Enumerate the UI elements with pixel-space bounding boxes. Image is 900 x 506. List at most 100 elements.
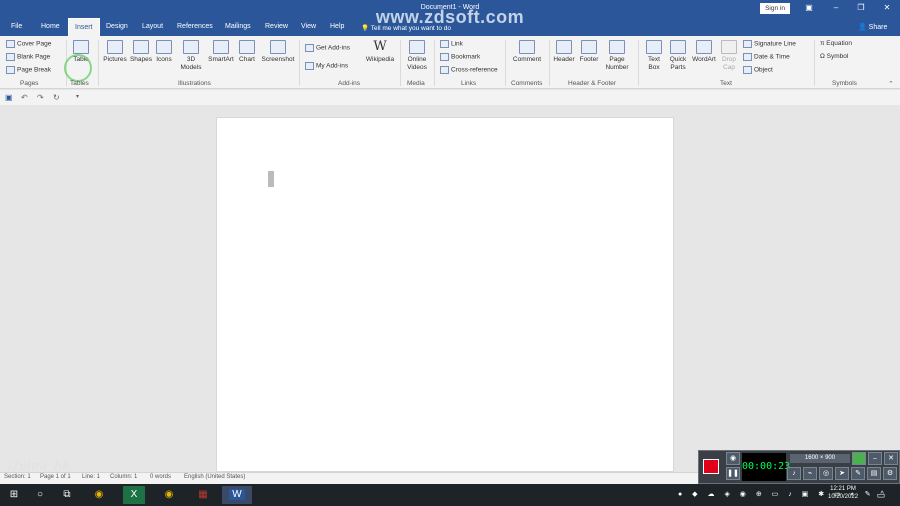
tab-layout[interactable]: Layout <box>136 18 169 36</box>
recorder-close-icon[interactable]: ✕ <box>884 452 898 465</box>
icons-button[interactable]: Icons <box>154 40 174 64</box>
header-button[interactable]: Header <box>552 40 576 64</box>
collapse-ribbon-icon[interactable]: ⌃ <box>888 80 894 88</box>
shapes-button[interactable]: Shapes <box>129 40 153 64</box>
recorder-green-button[interactable] <box>852 452 866 465</box>
restore-button[interactable]: ❐ <box>854 2 868 14</box>
ribbon-display-options-icon[interactable]: ▣ <box>802 2 816 14</box>
divider <box>549 40 550 86</box>
stop-record-button[interactable] <box>703 459 719 474</box>
cursor-icon[interactable]: ➤ <box>835 467 849 480</box>
folder-icon[interactable]: ▤ <box>867 467 881 480</box>
recorder-minimize-icon[interactable]: – <box>868 452 882 465</box>
pause-icon[interactable]: ❚❚ <box>726 467 740 480</box>
tab-insert[interactable]: Insert <box>68 18 100 36</box>
cross-reference-label: Cross-reference <box>451 66 498 74</box>
status-language[interactable]: English (United States) <box>184 474 245 480</box>
smartart-button[interactable]: SmartArt <box>206 40 236 64</box>
webcam-icon[interactable]: ◎ <box>819 467 833 480</box>
models-label: Models <box>180 64 202 71</box>
shapes-label: Shapes <box>129 56 153 63</box>
tab-mailings[interactable]: Mailings <box>219 18 257 36</box>
signature-icon <box>743 40 752 48</box>
undo-icon[interactable]: ↶ <box>21 93 28 102</box>
task-view-icon[interactable]: ⧉ <box>56 486 78 504</box>
corner-watermark: /Zehra_hk <box>8 458 70 473</box>
cross-reference-button[interactable]: Cross-reference <box>440 66 498 75</box>
system-clock[interactable]: 12:21 PM 10/20/2022 <box>828 485 858 501</box>
notification-icon[interactable]: ▭ <box>870 486 892 504</box>
blank-page-button[interactable]: Blank Page <box>6 53 50 62</box>
quick-parts-icon <box>670 40 686 54</box>
comment-button[interactable]: Comment <box>509 40 545 64</box>
date-time-button[interactable]: Date & Time <box>743 53 790 62</box>
tab-design[interactable]: Design <box>100 18 134 36</box>
winrar-icon[interactable]: ▦ <box>192 486 214 504</box>
word-taskbar-icon[interactable]: W <box>222 486 252 504</box>
status-page[interactable]: Page 1 of 1 <box>40 474 71 480</box>
document-page[interactable] <box>216 117 674 472</box>
person-icon: 👤 <box>858 24 869 31</box>
footer-button[interactable]: Footer <box>577 40 601 64</box>
sign-in-button[interactable]: Sign in <box>760 3 790 14</box>
customize-qat-icon[interactable]: ▾ <box>76 93 79 100</box>
excel-icon[interactable]: X <box>123 486 145 504</box>
pictures-button[interactable]: Pictures <box>102 40 128 64</box>
group-label-pages: Pages <box>20 80 39 87</box>
equation-button[interactable]: π Equation <box>820 40 852 48</box>
minimize-button[interactable]: – <box>829 2 843 14</box>
bookmark-button[interactable]: Bookmark <box>440 53 480 62</box>
tab-view[interactable]: View <box>295 18 322 36</box>
tab-references[interactable]: References <box>171 18 219 36</box>
screenshot-label: Screenshot <box>261 56 295 63</box>
close-button[interactable]: ✕ <box>880 2 894 14</box>
cover-page-button[interactable]: Cover Page <box>6 40 51 49</box>
screenshot-button[interactable]: Screenshot <box>259 40 297 64</box>
redo-icon[interactable]: ↷ <box>37 93 44 102</box>
smartart-label: SmartArt <box>208 56 234 63</box>
microphone-icon[interactable]: ⌁ <box>803 467 817 480</box>
windows-start-icon[interactable]: ⊞ <box>3 486 25 504</box>
pen-icon[interactable]: ✎ <box>851 467 865 480</box>
tab-help[interactable]: Help <box>324 18 350 36</box>
text-box-button[interactable]: Text Box <box>642 40 666 72</box>
tab-home[interactable]: Home <box>35 18 66 36</box>
page-break-button[interactable]: Page Break <box>6 66 51 75</box>
tell-me-search[interactable]: 💡 Tell me what you want to do <box>361 24 451 32</box>
link-button[interactable]: Link <box>440 40 463 49</box>
settings-gear-icon[interactable]: ⚙ <box>883 467 897 480</box>
my-add-ins-button[interactable]: My Add-ins <box>305 62 348 71</box>
quick-parts-button[interactable]: Quick Parts <box>666 40 690 72</box>
3d-models-button[interactable]: 3D Models <box>177 40 205 72</box>
object-button[interactable]: Object <box>743 66 773 75</box>
signature-line-button[interactable]: Signature Line <box>743 40 796 49</box>
add-ins-icon <box>305 62 314 70</box>
speaker-icon[interactable]: ♪ <box>787 467 801 480</box>
camera-icon[interactable]: ◉ <box>726 452 740 465</box>
pictures-icon <box>107 40 123 54</box>
bookmark-icon <box>440 53 449 61</box>
wikipedia-button[interactable]: W Wikipedia <box>363 40 397 64</box>
chrome-icon[interactable]: ◉ <box>88 486 110 504</box>
status-words[interactable]: 0 words <box>150 474 171 480</box>
search-icon[interactable]: ○ <box>29 486 51 504</box>
tab-review[interactable]: Review <box>259 18 294 36</box>
wordart-button[interactable]: WordArt <box>690 40 718 64</box>
status-line[interactable]: Line: 1 <box>82 474 100 480</box>
divider <box>505 40 506 86</box>
repeat-icon[interactable]: ↻ <box>53 93 60 102</box>
chart-button[interactable]: Chart <box>237 40 257 64</box>
page-number-button[interactable]: Page Number <box>601 40 633 72</box>
symbol-button[interactable]: Ω Symbol <box>820 53 848 61</box>
chrome-icon[interactable]: ◉ <box>158 486 180 504</box>
3d-label: 3D <box>186 56 196 63</box>
tab-file[interactable]: File <box>5 18 28 36</box>
drop-cap-button[interactable]: Drop Cap <box>719 40 739 72</box>
link-icon <box>440 40 449 48</box>
status-column[interactable]: Column: 1 <box>110 474 137 480</box>
get-add-ins-button[interactable]: Get Add-ins <box>305 44 350 53</box>
save-icon[interactable]: ▣ <box>5 93 13 102</box>
status-section[interactable]: Section: 1 <box>4 474 31 480</box>
online-videos-button[interactable]: Online Videos <box>404 40 430 72</box>
share-button[interactable]: 👤 Share <box>858 23 887 31</box>
